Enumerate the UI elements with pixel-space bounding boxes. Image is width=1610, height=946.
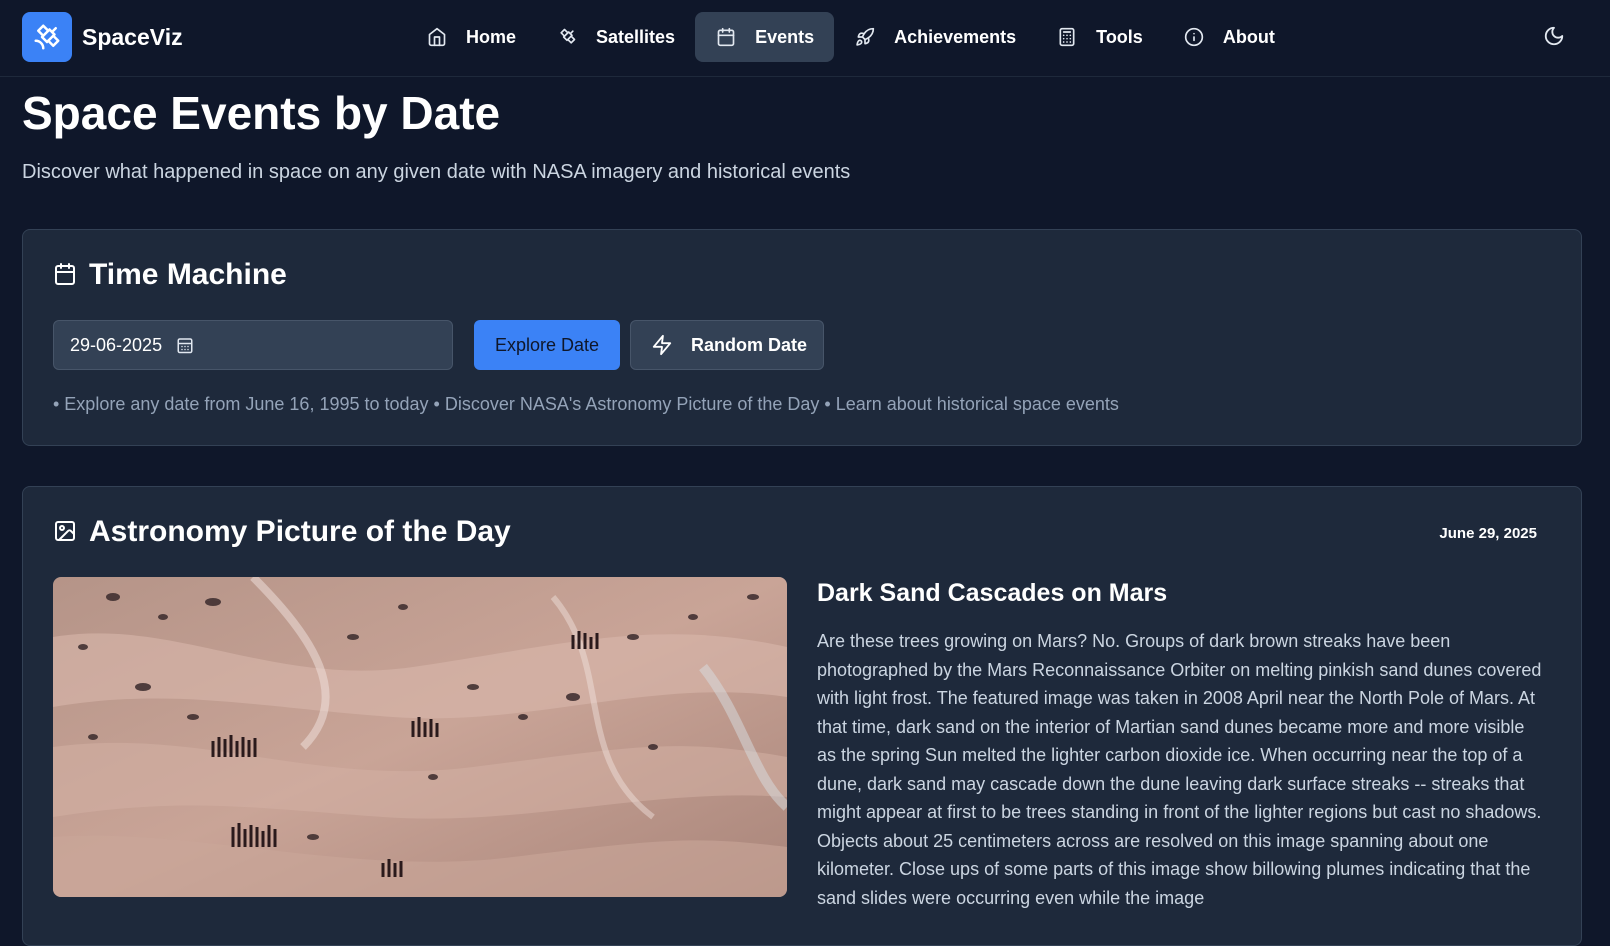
time-machine-hints: • Explore any date from June 16, 1995 to… — [53, 394, 1119, 414]
calendar-icon — [715, 26, 737, 48]
image-icon — [53, 519, 79, 545]
nav-home[interactable]: Home — [406, 12, 536, 62]
nav-about[interactable]: About — [1163, 12, 1295, 62]
apod-explanation: Are these trees growing on Mars? No. Gro… — [817, 631, 1542, 908]
nav-label: Tools — [1096, 26, 1143, 47]
home-icon — [426, 26, 448, 48]
explore-date-button[interactable]: Explore Date — [474, 320, 620, 370]
moon-icon[interactable] — [1543, 25, 1569, 51]
nav-tools[interactable]: Tools — [1036, 12, 1163, 62]
card-title: Time Machine — [53, 258, 287, 292]
nav-label: Events — [755, 26, 815, 47]
rocket-icon — [854, 26, 876, 48]
date-input-value: 29-06-2025 — [70, 334, 163, 355]
nav-label: About — [1222, 26, 1275, 47]
info-icon — [1183, 26, 1205, 48]
apod-title: Dark Sand Cascades on Mars — [817, 579, 1168, 607]
page-subtitle: Discover what happened in space on any g… — [22, 161, 851, 183]
lightning-icon — [651, 334, 673, 356]
nav-achievements[interactable]: Achievements — [834, 12, 1036, 62]
date-picker-icon[interactable] — [176, 336, 194, 354]
explore-date-label: Explore Date — [494, 334, 600, 355]
apod-card: Astronomy Picture of the Day June 29, 20… — [22, 486, 1582, 946]
nav-satellites[interactable]: Satellites — [536, 12, 695, 62]
time-machine-title: Time Machine — [89, 258, 287, 291]
satellite-icon — [556, 26, 578, 48]
apod-date: June 29, 2025 — [1439, 525, 1537, 542]
nav-label: Achievements — [894, 26, 1017, 47]
satellite-logo-icon — [22, 12, 72, 62]
card-title: Astronomy Picture of the Day — [53, 515, 511, 549]
calculator-icon — [1056, 26, 1078, 48]
brand[interactable]: SpaceViz — [22, 12, 183, 62]
time-machine-card: Time Machine 29-06-2025 Explore Date Ran… — [22, 229, 1582, 446]
random-date-button[interactable]: Random Date — [630, 320, 824, 370]
date-input[interactable]: 29-06-2025 — [53, 320, 453, 370]
apod-section-title: Astronomy Picture of the Day — [89, 515, 511, 548]
brand-name: SpaceViz — [82, 23, 183, 50]
apod-image[interactable] — [53, 577, 787, 897]
nav-label: Home — [466, 26, 517, 47]
random-date-label: Random Date — [691, 334, 808, 355]
main-nav: Home Satellites Events Achievements Tool… — [406, 12, 1295, 62]
nav-label: Satellites — [596, 26, 676, 47]
calendar-icon — [53, 262, 79, 288]
top-nav-bar: SpaceViz Home Satellites Events Achievem… — [0, 0, 1610, 77]
page-title: Space Events by Date — [22, 87, 501, 139]
nav-events[interactable]: Events — [695, 12, 835, 62]
